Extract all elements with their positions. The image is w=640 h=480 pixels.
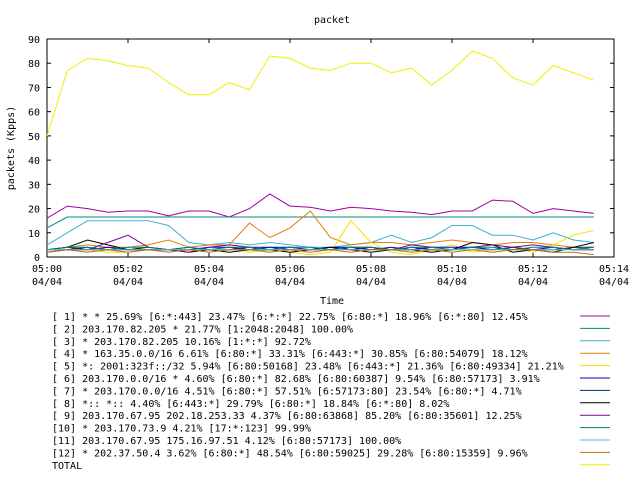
series-line-2 [46, 216, 594, 229]
x-tick-time-label: 05:12 [518, 264, 548, 275]
series-line-1 [46, 193, 594, 219]
series-line-13 [46, 50, 594, 137]
x-tick-date-label: 04/04 [356, 277, 386, 288]
legend-label: [10] * 203.170.73.9 4.21% [17:*:123] 99.… [52, 424, 311, 435]
legend-label: [ 5] *: 2001:323f::/32 5.94% [6:80:50168… [52, 362, 564, 373]
legend-entry: [ 1] * * 25.69% [6:*:443] 23.47% [6:*:*]… [52, 312, 610, 323]
x-tick-time-label: 05:14 [599, 264, 629, 275]
x-tick-date-label: 04/04 [194, 277, 224, 288]
x-tick-date-label: 04/04 [599, 277, 629, 288]
x-tick-date-label: 04/04 [113, 277, 143, 288]
legend-label: [ 2] 203.170.82.205 * 21.77% [1:2048:204… [52, 324, 353, 335]
y-tick-label: 50 [28, 132, 40, 143]
legend-entry: [ 6] 203.170.0.0/16 * 4.60% [6:80:*] 82.… [52, 374, 610, 385]
legend-label: [ 6] 203.170.0.0/16 * 4.60% [6:80:*] 82.… [52, 374, 540, 385]
legend: [ 1] * * 25.69% [6:*:443] 23.47% [6:*:*]… [52, 312, 610, 472]
x-tick-time-label: 05:04 [194, 264, 224, 275]
legend-label: [ 9] 203.170.67.95 202.18.253.33 4.37% [… [52, 411, 522, 422]
x-tick-date-label: 04/04 [275, 277, 305, 288]
x-tick-time-label: 05:00 [32, 264, 62, 275]
legend-label: [12] * 202.37.50.4 3.62% [6:80:*] 48.54%… [52, 448, 528, 459]
legend-entry: [ 7] * 203.170.0.0/16 4.51% [6:80:*] 57.… [52, 386, 610, 397]
y-tick-label: 80 [28, 59, 40, 70]
y-axis-label: packets (Kpps) [6, 106, 17, 190]
legend-entry: [ 8] *:: *:: 4.40% [6:443:*] 29.79% [6:8… [52, 399, 610, 410]
series-line-8 [46, 239, 594, 253]
series-lines [46, 50, 594, 256]
legend-label: [ 8] *:: *:: 4.40% [6:443:*] 29.79% [6:8… [52, 399, 449, 410]
legend-entry: [ 9] 203.170.67.95 202.18.253.33 4.37% [… [52, 411, 610, 422]
y-tick-label: 60 [28, 108, 40, 119]
legend-entry: [11] 203.170.67.95 175.16.97.51 4.12% [6… [52, 436, 610, 447]
legend-entry: [10] * 203.170.73.9 4.21% [17:*:123] 99.… [52, 424, 610, 435]
legend-label: [ 1] * * 25.69% [6:*:443] 23.47% [6:*:*]… [52, 312, 528, 323]
y-tick-label: 30 [28, 180, 40, 191]
legend-entry: TOTAL [52, 461, 610, 472]
legend-entry: [ 3] * 203.170.82.205 10.16% [1:*:*] 92.… [52, 337, 610, 348]
x-tick-date-label: 04/04 [518, 277, 548, 288]
legend-entry: [ 2] 203.170.82.205 * 21.77% [1:2048:204… [52, 324, 610, 335]
legend-label: TOTAL [52, 461, 82, 472]
chart-title: packet [314, 15, 350, 26]
x-tick-time-label: 05:08 [356, 264, 386, 275]
y-tick-label: 0 [34, 253, 40, 264]
x-tick-time-label: 05:10 [437, 264, 467, 275]
legend-label: [ 4] * 163.35.0.0/16 6.61% [6:80:*] 33.3… [52, 349, 528, 360]
y-tick-label: 90 [28, 35, 40, 46]
x-tick-time-label: 05:06 [275, 264, 305, 275]
legend-entry: [ 4] * 163.35.0.0/16 6.61% [6:80:*] 33.3… [52, 349, 610, 360]
legend-entry: [12] * 202.37.50.4 3.62% [6:80:*] 48.54%… [52, 448, 610, 459]
x-axis-label: Time [320, 296, 344, 307]
legend-label: [11] 203.170.67.95 175.16.97.51 4.12% [6… [52, 436, 401, 447]
y-tick-label: 40 [28, 156, 40, 167]
x-tick-date-label: 04/04 [437, 277, 467, 288]
y-tick-label: 20 [28, 205, 40, 216]
x-tick-date-label: 04/04 [32, 277, 62, 288]
y-tick-label: 70 [28, 83, 40, 94]
y-tick-label: 10 [28, 229, 40, 240]
legend-label: [ 7] * 203.170.0.0/16 4.51% [6:80:*] 57.… [52, 386, 522, 397]
legend-entry: [ 5] *: 2001:323f::/32 5.94% [6:80:50168… [52, 362, 610, 373]
legend-label: [ 3] * 203.170.82.205 10.16% [1:*:*] 92.… [52, 337, 311, 348]
x-tick-time-label: 05:02 [113, 264, 143, 275]
plot-frame [46, 38, 615, 258]
chart: packet 0 10 20 30 40 50 60 70 80 90 05:00 04/04 05:… [6, 15, 629, 472]
